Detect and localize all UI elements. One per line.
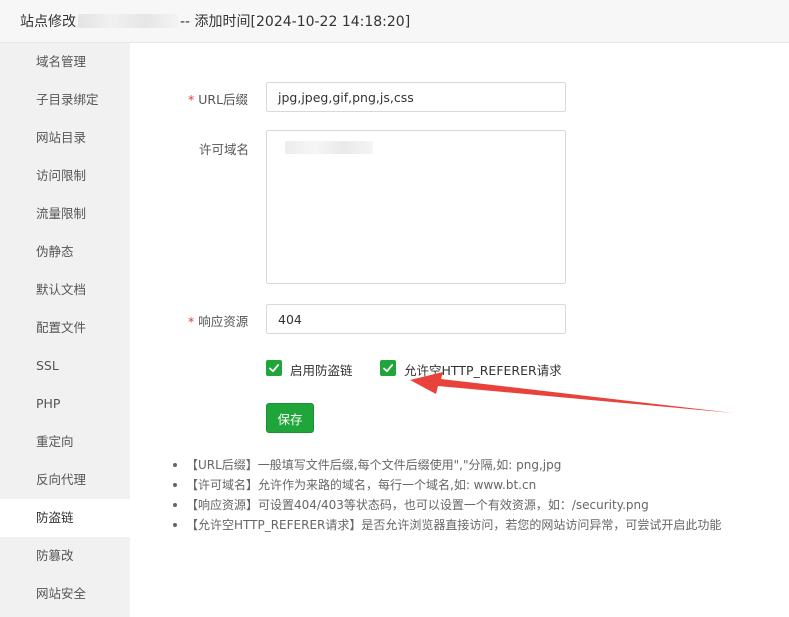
- allowed-domains-label: 许可域名: [199, 142, 250, 157]
- sidebar-item-tamper-protection[interactable]: 防篡改: [0, 537, 130, 575]
- response-resource-input[interactable]: 404: [266, 304, 566, 334]
- sidebar-item-site-directory[interactable]: 网站目录: [0, 119, 130, 157]
- help-tips: 【URL后缀】一般填写文件后缀,每个文件后缀使用","分隔,如: png,jpg…: [170, 455, 780, 535]
- sidebar: 域名管理 子目录绑定 网站目录 访问限制 流量限制 伪静态 默认文档 配置文件 …: [0, 43, 130, 617]
- sidebar-item-ssl[interactable]: SSL: [0, 347, 130, 385]
- sidebar-item-site-security[interactable]: 网站安全: [0, 575, 130, 613]
- sidebar-item-domain-management[interactable]: 域名管理: [0, 43, 130, 81]
- url-suffix-label: * URL后缀: [188, 92, 249, 107]
- sidebar-item-subdirectory-binding[interactable]: 子目录绑定: [0, 81, 130, 119]
- sidebar-item-config-file[interactable]: 配置文件: [0, 309, 130, 347]
- sidebar-item-redirect[interactable]: 重定向: [0, 423, 130, 461]
- window-title-suffix: -- 添加时间[2024-10-22 14:18:20]: [180, 14, 411, 30]
- enable-hotlink-label[interactable]: 启用防盗链: [290, 360, 353, 379]
- tip-url-suffix: 【URL后缀】一般填写文件后缀,每个文件后缀使用","分隔,如: png,jpg: [170, 455, 780, 475]
- check-icon: [383, 364, 394, 373]
- sidebar-item-traffic-limit[interactable]: 流量限制: [0, 195, 130, 233]
- window-title-prefix: 站点修改: [20, 14, 76, 30]
- required-marker: *: [188, 92, 195, 107]
- site-edit-window: 站点修改 -- 添加时间[2024-10-22 14:18:20] 域名管理 子…: [0, 0, 789, 617]
- allowed-domains-textarea[interactable]: [266, 130, 566, 284]
- hotlink-settings-panel: * URL后缀 jpg,jpeg,gif,png,js,css 许可域名 * 响应资…: [130, 43, 789, 617]
- redacted-domain: [285, 141, 373, 154]
- allow-empty-referer-label[interactable]: 允许空HTTP_REFERER请求: [404, 360, 562, 379]
- tip-response-resource: 【响应资源】可设置404/403等状态码，也可以设置一个有效资源，如：/secu…: [170, 495, 780, 515]
- save-button[interactable]: 保存: [266, 403, 314, 433]
- enable-hotlink-checkbox[interactable]: [266, 360, 282, 376]
- sidebar-item-access-restriction[interactable]: 访问限制: [0, 157, 130, 195]
- check-icon: [269, 364, 280, 373]
- url-suffix-input[interactable]: jpg,jpeg,gif,png,js,css: [266, 82, 566, 112]
- sidebar-item-default-document[interactable]: 默认文档: [0, 271, 130, 309]
- sidebar-item-php[interactable]: PHP: [0, 385, 130, 423]
- sidebar-item-hotlink-protection[interactable]: 防盗链: [0, 499, 130, 537]
- tip-empty-referer: 【允许空HTTP_REFERER请求】是否允许浏览器直接访问，若您的网站访问异常…: [170, 515, 780, 535]
- url-suffix-value: jpg,jpeg,gif,png,js,css: [278, 89, 414, 105]
- window-titlebar: 站点修改 -- 添加时间[2024-10-22 14:18:20]: [0, 0, 789, 43]
- response-resource-value: 404: [278, 311, 302, 327]
- allow-empty-referer-checkbox[interactable]: [380, 360, 396, 376]
- redacted-site-name: [78, 14, 178, 28]
- tip-allowed-domains: 【许可域名】允许作为来路的域名，每行一个域名,如: www.bt.cn: [170, 475, 780, 495]
- response-resource-label: * 响应资源: [188, 314, 249, 329]
- sidebar-item-reverse-proxy[interactable]: 反向代理: [0, 461, 130, 499]
- required-marker: *: [188, 314, 195, 329]
- sidebar-item-rewrite[interactable]: 伪静态: [0, 233, 130, 271]
